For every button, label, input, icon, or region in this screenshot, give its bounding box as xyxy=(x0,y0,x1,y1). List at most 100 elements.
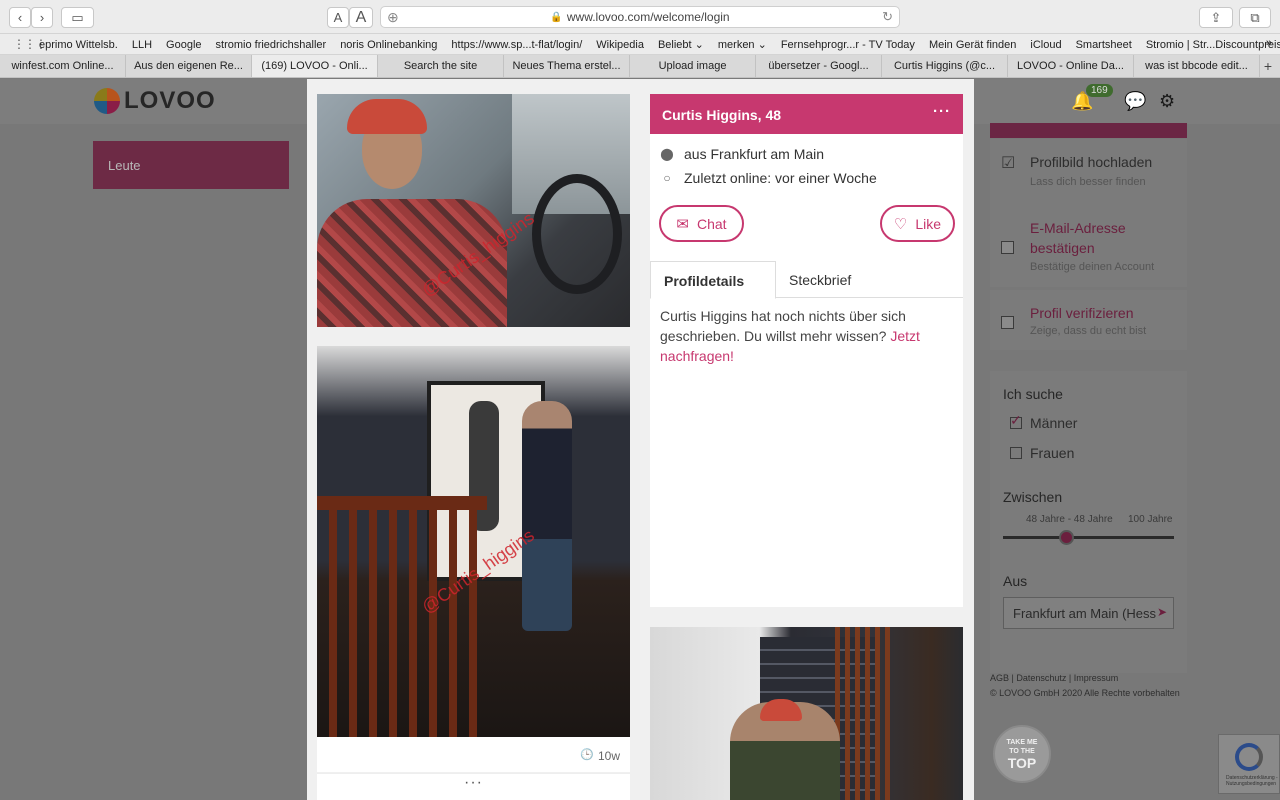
sidebar-header-bar xyxy=(990,123,1187,138)
photo-meta-bar: 🕒 10w xyxy=(317,737,630,772)
browser-tab[interactable]: LOVOO - Online Da... xyxy=(1008,55,1134,77)
like-button[interactable]: ♡ Like xyxy=(880,205,955,242)
last-online-row: ○ Zuletzt online: vor einer Woche xyxy=(660,170,876,186)
chevron-left-icon: ‹ xyxy=(17,10,23,25)
tabs-icon: ⧉ xyxy=(1250,9,1260,25)
task-verify-profile[interactable]: Profil verifizieren Zeige, dass du echt … xyxy=(990,290,1187,350)
bookmarks-bar: ⋮⋮⋮ eprimo Wittelsb. LLH Google stromio fri… xyxy=(0,34,1280,55)
recaptcha-badge[interactable]: Datenschutzerklärung - Nutzungsbedingung… xyxy=(1218,734,1280,794)
looking-for-label: Ich suche xyxy=(1003,386,1063,402)
profile-photo-1[interactable]: @Curtis_higgins xyxy=(317,94,630,327)
new-tab-button[interactable]: + xyxy=(1260,55,1280,77)
bookmark-item[interactable]: noris Onlinebanking xyxy=(340,39,437,51)
bookmark-list: eprimo Wittelsb. LLH Google stromio friedri… xyxy=(39,38,1280,51)
font-larger-button[interactable]: A xyxy=(349,7,373,28)
back-to-top-button[interactable]: TAKE ME TO THE TOP xyxy=(993,725,1051,783)
status-circle-icon: ○ xyxy=(663,171,671,185)
tab-profile-details[interactable]: Profildetails xyxy=(650,261,776,299)
chevron-right-icon: › xyxy=(39,10,45,25)
age-range-value: 48 Jahre - 48 Jahre xyxy=(1026,514,1113,525)
lock-icon: 🔒 xyxy=(550,11,563,23)
address-bar[interactable]: ⊕ 🔒 www.lovoo.com/welcome/login ↻ xyxy=(380,6,900,28)
checkbox-icon xyxy=(1001,316,1014,329)
profile-photo-2[interactable]: @Curtis_higgins xyxy=(317,346,630,737)
bookmark-item[interactable]: merken ⌄ xyxy=(718,39,767,51)
bookmark-item[interactable]: eprimo Wittelsb. xyxy=(39,39,118,51)
sidebar-toggle-button[interactable]: ▭ xyxy=(61,7,94,28)
browser-toolbar: ‹ › ▭ A A ⊕ 🔒 www.lovoo.com/welcome/logi… xyxy=(0,0,1280,34)
copyright: © LOVOO GmbH 2020 Alle Rechte vorbehalte… xyxy=(990,688,1180,698)
browser-tab[interactable]: was ist bbcode edit... xyxy=(1134,55,1260,77)
url-text: www.lovoo.com/welcome/login xyxy=(566,10,730,24)
bookmark-item[interactable]: Google xyxy=(166,39,201,51)
steering-wheel xyxy=(532,174,622,294)
recaptcha-icon xyxy=(1235,743,1263,771)
browser-tab[interactable]: winfest.com Online... xyxy=(0,55,126,77)
nav-leute[interactable]: Leute xyxy=(93,141,289,189)
between-label: Zwischen xyxy=(1003,489,1063,505)
browser-tab[interactable]: Curtis Higgins (@c... xyxy=(882,55,1008,77)
browser-tab[interactable]: Neues Thema erstel... xyxy=(504,55,630,77)
share-button[interactable]: ⇪ xyxy=(1199,7,1233,28)
profile-header: Curtis Higgins, 48 ··· xyxy=(650,94,963,134)
about-text: Curtis Higgins hat noch nichts über sich… xyxy=(660,308,920,364)
checkmark-icon: ☑ xyxy=(1001,155,1016,172)
women-checkbox[interactable] xyxy=(1010,447,1022,459)
browser-tab[interactable]: Search the site xyxy=(378,55,504,77)
bookmark-item[interactable]: LLH xyxy=(132,39,152,51)
lovoo-logo[interactable]: LOVOO xyxy=(94,87,216,115)
from-label: Aus xyxy=(1003,573,1028,589)
task-confirm-email[interactable]: E-Mail-Adresse bestätigen Bestätige dein… xyxy=(990,205,1187,287)
more-photos-button[interactable]: ··· xyxy=(317,773,630,800)
profile-card: Curtis Higgins, 48 ··· ⬤ aus Frankfurt a… xyxy=(650,94,963,607)
chat-button[interactable]: ✉ Chat xyxy=(659,205,744,242)
bookmark-item[interactable]: Wikipedia xyxy=(596,39,644,51)
men-checkbox[interactable] xyxy=(1010,412,1022,429)
age-slider[interactable] xyxy=(1003,530,1174,545)
logo-mark-icon xyxy=(94,88,120,114)
forward-button[interactable]: › xyxy=(31,7,53,28)
more-options-icon[interactable]: ··· xyxy=(933,103,951,120)
bookmark-item[interactable]: Smartsheet xyxy=(1076,39,1132,51)
bookmarks-more-button[interactable]: » xyxy=(1266,37,1272,49)
reload-icon[interactable]: ↻ xyxy=(882,9,893,25)
location-arrow-icon[interactable]: ➤ xyxy=(1157,605,1167,619)
font-smaller-button[interactable]: A xyxy=(327,7,349,28)
sidebar-icon: ▭ xyxy=(71,9,84,25)
footer-links[interactable]: AGB | Datenschutz | Impressum xyxy=(990,673,1118,683)
bookmark-item[interactable]: iCloud xyxy=(1030,39,1061,51)
tab-overview-button[interactable]: ⧉ xyxy=(1239,7,1271,28)
heart-icon: ♡ xyxy=(893,215,908,233)
profile-photo-3[interactable] xyxy=(650,627,963,800)
bookmark-item[interactable]: stromio friedrichshaller xyxy=(216,39,327,51)
location-row: ⬤ aus Frankfurt am Main xyxy=(660,146,825,162)
add-icon[interactable]: ⊕ xyxy=(387,9,399,26)
bookmark-item[interactable]: Fernsehprogr...r - TV Today xyxy=(781,39,915,51)
browser-tab[interactable]: Upload image xyxy=(630,55,756,77)
age-slider-knob[interactable] xyxy=(1058,530,1074,545)
age-range-max: 100 Jahre xyxy=(1128,514,1173,525)
envelope-icon: ✉ xyxy=(676,215,689,233)
tab-strip: winfest.com Online... Aus den eigenen Re.… xyxy=(0,55,1280,78)
grid-icon[interactable]: ⋮⋮⋮ xyxy=(13,37,47,51)
browser-tab[interactable]: übersetzer - Googl... xyxy=(756,55,882,77)
browser-tab[interactable]: (169) LOVOO - Onli... xyxy=(252,55,378,77)
bookmark-item[interactable]: Mein Gerät finden xyxy=(929,39,1016,51)
bookmark-item[interactable]: https://www.sp...t-flat/login/ xyxy=(451,39,582,51)
bookmark-item[interactable]: Beliebt ⌄ xyxy=(658,39,704,51)
notification-badge: 169 xyxy=(1086,84,1113,97)
profile-modal: @Curtis_higgins @Curtis_higgins 🕒 10w ··… xyxy=(307,79,974,800)
chat-bubble-icon[interactable]: 💬 xyxy=(1124,91,1146,112)
checkbox-icon xyxy=(1001,241,1014,254)
location-pin-icon: ⬤ xyxy=(660,147,674,161)
gear-icon[interactable]: ⚙ xyxy=(1159,91,1175,112)
back-button[interactable]: ‹ xyxy=(9,7,31,28)
profile-name-age: Curtis Higgins, 48 xyxy=(662,107,782,123)
search-filter-card: Ich suche Männer Frauen Zwischen 48 Jahr… xyxy=(990,371,1187,673)
share-icon: ⇪ xyxy=(1210,9,1222,25)
location-input[interactable]: Frankfurt am Main (Hess ➤ xyxy=(1003,597,1174,629)
browser-tab[interactable]: Aus den eigenen Re... xyxy=(126,55,252,77)
bookmark-item[interactable]: Stromio | Str...Discountpreis xyxy=(1146,39,1280,51)
tab-steckbrief[interactable]: Steckbrief xyxy=(789,261,851,298)
profile-tabs: Profildetails Steckbrief xyxy=(650,261,963,299)
